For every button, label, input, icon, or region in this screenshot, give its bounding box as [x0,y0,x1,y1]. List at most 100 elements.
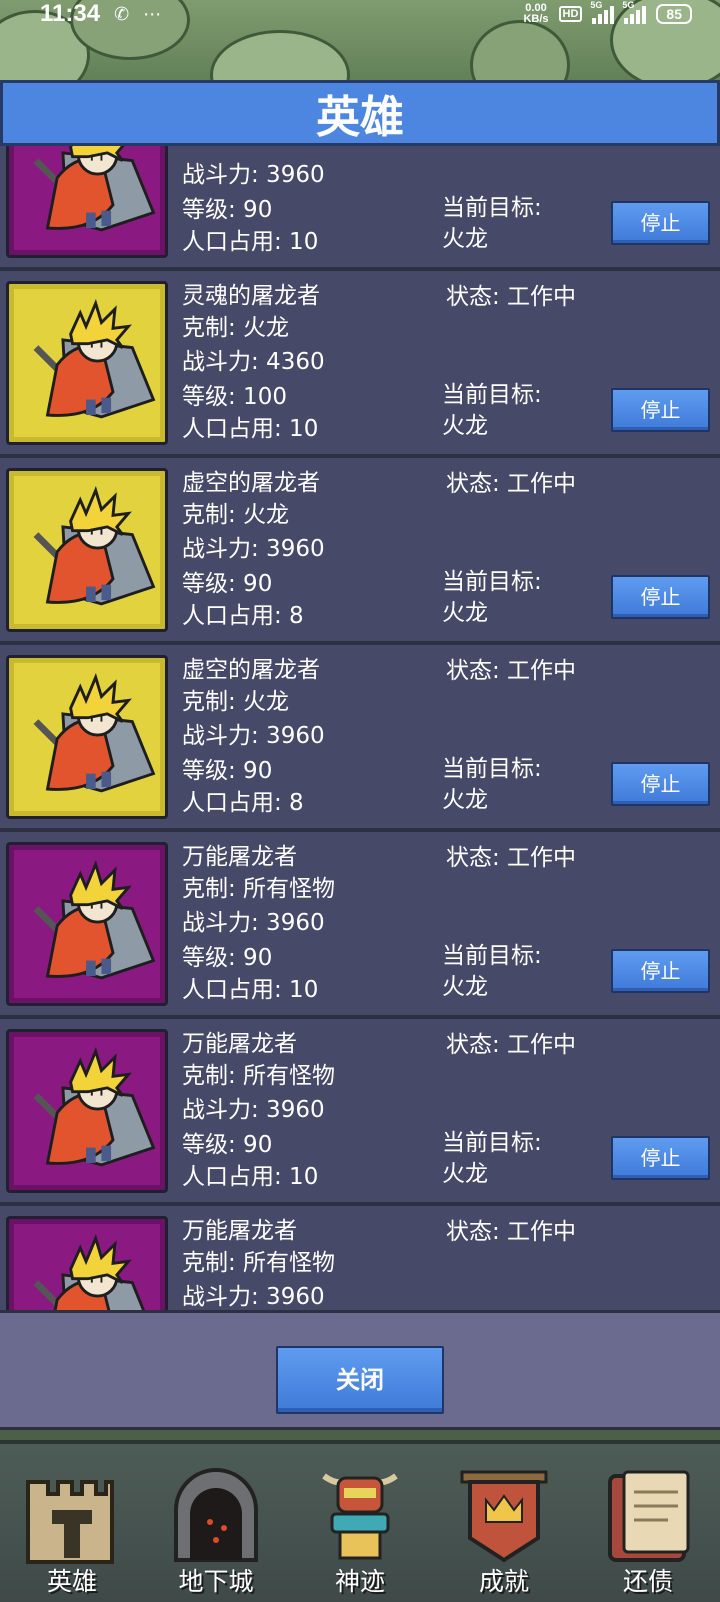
signal-icon: 5G [590,0,615,24]
stop-button[interactable]: 停止 [611,575,710,619]
target-value: 火龙 [442,787,488,813]
hero-power: 战斗力: 3960 [182,723,325,749]
dialog-title-bar: 英雄 [0,80,720,146]
dialog-title: 英雄 [316,92,404,143]
hero-level: 等级: 100 [182,384,287,410]
hero-population: 人口占用: 10 [182,416,319,442]
hero-population: 人口占用: 10 [182,977,319,1003]
hero-portrait-icon [33,673,156,793]
hd-icon: HD [558,6,583,22]
hero-list-scroll[interactable]: 战斗力: 3960 等级: 90 人口占用: 10 当前目标: 火龙 停止 灵魂… [0,146,720,1310]
hero-status: 状态: 工作中 [446,845,577,871]
ledger-book-icon [608,1470,690,1562]
hero-status: 状态: 工作中 [446,284,577,310]
hero-target: 当前目标: 火龙 [442,380,542,442]
hero-target: 当前目标: 火龙 [442,754,542,816]
target-label: 当前目标: [442,756,542,782]
status-bar: 11:34 ✆ ⋯ 0.00 KB/s HD 5G 5G 85 [0,0,720,28]
target-label: 当前目标: [442,943,542,969]
target-value: 火龙 [442,413,488,439]
stop-button[interactable]: 停止 [611,388,710,432]
dialog-footer: 关闭 [0,1310,720,1430]
hero-portrait[interactable] [6,1216,168,1310]
hero-portrait-icon [33,486,156,606]
hero-counter: 克制: 所有怪物 [182,1250,336,1276]
target-value: 火龙 [442,974,488,1000]
target-label: 当前目标: [442,569,542,595]
hero-target: 当前目标: 火龙 [442,1128,542,1190]
hero-power: 战斗力: 3960 [182,910,325,936]
ellipsis-icon: ⋯ [143,3,162,25]
crown-banner-icon [460,1470,548,1563]
target-label: 当前目标: [442,382,542,408]
hero-card: 万能屠龙者 克制: 所有怪物 战斗力: 3960 等级: 90 人口占用: 10… [0,832,720,1019]
hero-name: 万能屠龙者 [182,1031,297,1057]
stop-button[interactable]: 停止 [611,1136,710,1180]
target-value: 火龙 [442,226,488,252]
stop-button[interactable]: 停止 [611,201,710,245]
target-label: 当前目标: [442,195,542,221]
close-button[interactable]: 关闭 [276,1346,444,1414]
hero-level: 等级: 90 [182,945,273,971]
hero-card: 万能屠龙者 克制: 所有怪物 战斗力: 3960 等级: 90 人口占用: 10… [0,1019,720,1206]
hero-portrait[interactable] [6,655,168,819]
battery-icon: 85 [656,4,692,24]
signal-icon: 5G [622,0,647,24]
castle-tower-icon [26,1480,114,1564]
nav-item-heroes[interactable]: 英雄 [0,1444,144,1602]
hero-population: 人口占用: 10 [182,1164,319,1190]
hero-portrait[interactable] [6,1029,168,1193]
hero-counter: 克制: 火龙 [182,315,290,341]
hero-card: 战斗力: 3960 等级: 90 人口占用: 10 当前目标: 火龙 停止 [0,146,720,271]
stop-button[interactable]: 停止 [611,949,710,993]
target-value: 火龙 [442,1161,488,1187]
hero-list: 战斗力: 3960 等级: 90 人口占用: 10 当前目标: 火龙 停止 灵魂… [0,146,720,1310]
hero-power: 战斗力: 3960 [182,536,325,562]
bottom-nav: 英雄 地下城 神迹 成就 还债 [0,1440,720,1602]
hero-portrait[interactable] [6,281,168,445]
nav-item-miracle[interactable]: 神迹 [288,1444,432,1602]
stop-button[interactable]: 停止 [611,762,710,806]
hero-counter: 克制: 火龙 [182,689,290,715]
hero-target: 当前目标: 火龙 [442,941,542,1003]
hero-counter: 克制: 所有怪物 [182,1063,336,1089]
hero-portrait-icon [33,299,156,419]
hero-population: 人口占用: 8 [182,603,304,629]
hero-power: 战斗力: 3960 [182,1097,325,1123]
hero-population: 人口占用: 10 [182,229,319,255]
hero-status: 状态: 工作中 [446,1032,577,1058]
hero-status: 状态: 工作中 [446,471,577,497]
target-label: 当前目标: [442,1130,542,1156]
hero-level: 等级: 90 [182,571,273,597]
hero-card: 灵魂的屠龙者 克制: 火龙 战斗力: 4360 等级: 100 人口占用: 10… [0,271,720,458]
hero-target: 当前目标: 火龙 [442,567,542,629]
clock: 11:34 [40,0,101,27]
nav-item-achievements[interactable]: 成就 [432,1444,576,1602]
nav-item-dungeon[interactable]: 地下城 [144,1444,288,1602]
hero-target: 当前目标: 火龙 [442,193,542,255]
hero-status: 状态: 工作中 [446,658,577,684]
hero-name: 万能屠龙者 [182,1218,297,1244]
hero-portrait-icon [33,146,156,232]
dungeon-gate-icon [174,1468,258,1562]
call-icon: ✆ [114,3,130,25]
hero-power: 战斗力: 4360 [182,349,325,375]
hero-card: 虚空的屠龙者 克制: 火龙 战斗力: 3960 等级: 90 人口占用: 8 状… [0,645,720,832]
hero-status: 状态: 工作中 [446,1219,577,1245]
hero-portrait-icon [33,1234,145,1310]
hero-card: 虚空的屠龙者 克制: 火龙 战斗力: 3960 等级: 90 人口占用: 8 状… [0,458,720,645]
hero-level: 等级: 90 [182,197,273,223]
hero-population: 人口占用: 8 [182,790,304,816]
hero-portrait[interactable] [6,468,168,632]
hero-counter: 克制: 火龙 [182,502,290,528]
hero-card: 万能屠龙者 克制: 所有怪物 战斗力: 3960 等级: 90 状态: 工作中 … [0,1206,720,1310]
hero-portrait[interactable] [6,842,168,1006]
hero-name: 虚空的屠龙者 [182,657,320,683]
hero-portrait-icon [33,860,156,980]
totem-icon [322,1473,398,1560]
hero-level: 等级: 90 [182,758,273,784]
nav-item-repay[interactable]: 还债 [576,1444,720,1602]
hero-portrait[interactable] [6,146,168,258]
network-speed: 0.00 KB/s [523,2,549,25]
hero-level: 等级: 90 [182,1132,273,1158]
